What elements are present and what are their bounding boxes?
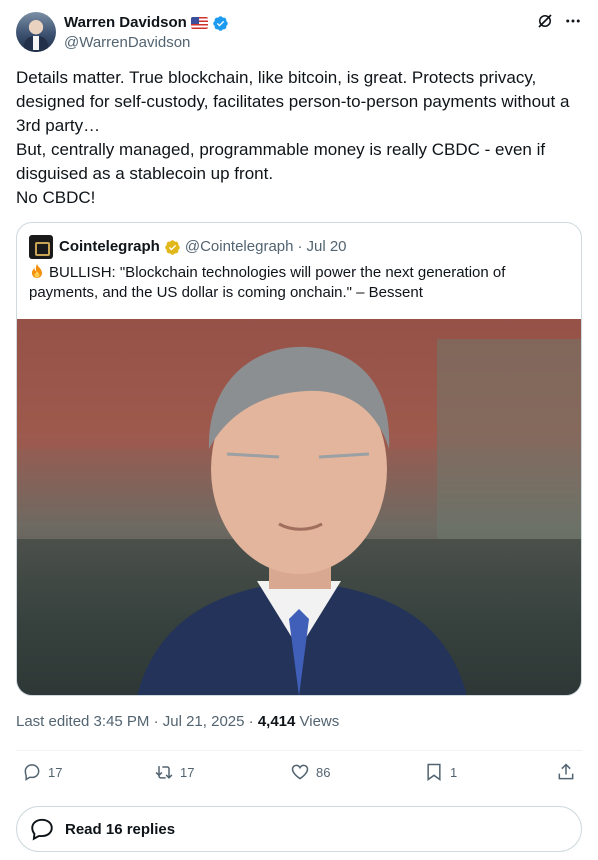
heart-icon [291, 764, 309, 780]
quoted-handle[interactable]: @Cointelegraph [185, 237, 294, 257]
bookmark-count: 1 [450, 764, 458, 780]
cointelegraph-logo[interactable] [29, 235, 53, 259]
quoted-tweet-header: Cointelegraph @Cointelegraph · Jul 20 [29, 235, 347, 259]
bookmark-icon [427, 763, 441, 781]
chat-bubble-icon [31, 818, 53, 841]
photo-illustration [17, 319, 581, 695]
quoted-text: BULLISH: "Blockchain technologies will p… [29, 264, 506, 301]
tweet-top-actions [536, 12, 582, 30]
views-count: 4,414 [257, 713, 296, 730]
fire-emoji-icon [32, 264, 42, 278]
author-name-row: Warren Davidson [64, 13, 229, 33]
author-handle[interactable]: @WarrenDavidson [64, 33, 190, 53]
read-replies-label: Read 16 replies [65, 820, 176, 838]
quoted-display-name[interactable]: Cointelegraph [59, 237, 160, 257]
tweet-text: Details matter. True blockchain, like bi… [16, 68, 570, 207]
bookmark-button[interactable]: 1 [424, 762, 457, 782]
repost-button[interactable]: 17 [154, 762, 194, 782]
quoted-tweet[interactable]: Cointelegraph @Cointelegraph · Jul 20 BU… [16, 222, 582, 696]
divider [16, 750, 582, 751]
more-options-icon[interactable] [564, 12, 582, 30]
reply-button[interactable]: 17 [22, 762, 62, 782]
action-bar: 17 17 86 1 [16, 762, 582, 788]
views-label: Views [295, 713, 340, 730]
author-display-name[interactable]: Warren Davidson [64, 13, 187, 33]
avatar-shirt [33, 36, 39, 50]
reply-count: 17 [48, 764, 63, 780]
quoted-date[interactable]: Jul 20 [306, 237, 346, 257]
edited-timestamp[interactable]: Last edited 3:45 PM · Jul 21, 2025 · [16, 713, 258, 730]
share-button[interactable] [556, 762, 576, 782]
grok-icon[interactable] [536, 12, 554, 30]
repost-icon [155, 766, 173, 779]
gold-verified-badge-icon [165, 239, 180, 255]
share-icon [558, 763, 574, 780]
tweet-header: Warren Davidson @WarrenDavidson [16, 12, 582, 54]
bessent-photo[interactable] [17, 319, 581, 695]
author-avatar[interactable] [16, 12, 56, 52]
quoted-separator: · [297, 238, 303, 255]
tweet-meta: Last edited 3:45 PM · Jul 21, 2025 · 4,4… [16, 712, 339, 732]
repost-count: 17 [180, 764, 195, 780]
us-flag-icon [190, 17, 208, 29]
verified-badge-icon[interactable] [212, 15, 229, 32]
like-count: 86 [316, 764, 331, 780]
reply-icon [24, 764, 40, 781]
like-button[interactable]: 86 [290, 762, 330, 782]
quoted-text-block: BULLISH: "Blockchain technologies will p… [29, 263, 569, 303]
read-replies-button[interactable]: Read 16 replies [16, 806, 582, 852]
